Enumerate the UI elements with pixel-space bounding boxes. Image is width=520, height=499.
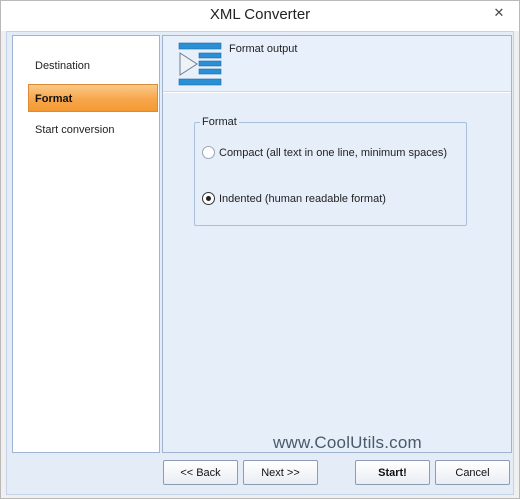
format-group-legend: Format (200, 116, 239, 128)
start-button[interactable]: Start! (355, 460, 430, 485)
compact-option[interactable]: Compact (all text in one line, minimum s… (202, 146, 447, 159)
next-button[interactable]: Next >> (243, 460, 318, 485)
indented-option[interactable]: Indented (human readable format) (202, 192, 386, 205)
page-header: Format output (163, 36, 511, 92)
indented-label: Indented (human readable format) (219, 192, 386, 205)
sidebar-item-start-conversion[interactable]: Start conversion (13, 116, 159, 144)
page-title: Format output (229, 43, 298, 55)
compact-radio[interactable] (202, 146, 215, 159)
cancel-button[interactable]: Cancel (435, 460, 510, 485)
sidebar-item-format[interactable]: Format (28, 84, 158, 112)
main-panel: Format output Format Compact (all text i… (162, 35, 512, 453)
website-watermark: www.CoolUtils.com (273, 433, 422, 452)
indented-radio[interactable] (202, 192, 215, 205)
window-title: XML Converter (209, 6, 311, 23)
format-content: Format Compact (all text in one line, mi… (163, 93, 511, 452)
client-area: Destination Format Start conversion Form… (6, 31, 514, 495)
format-output-icon (178, 42, 222, 86)
sidebar-item-destination[interactable]: Destination (13, 52, 159, 80)
close-button[interactable]: ✕ (484, 2, 514, 23)
back-button[interactable]: << Back (163, 460, 238, 485)
xml-converter-window: XML Converter ✕ Destination Format Start… (0, 0, 520, 499)
title-bar: XML Converter ✕ (1, 1, 519, 31)
compact-label: Compact (all text in one line, minimum s… (219, 146, 448, 159)
format-group: Format Compact (all text in one line, mi… (194, 116, 467, 226)
steps-sidebar: Destination Format Start conversion (12, 35, 160, 453)
close-icon: ✕ (493, 4, 505, 20)
button-bar: << Back Next >> Start! Cancel (7, 455, 513, 494)
